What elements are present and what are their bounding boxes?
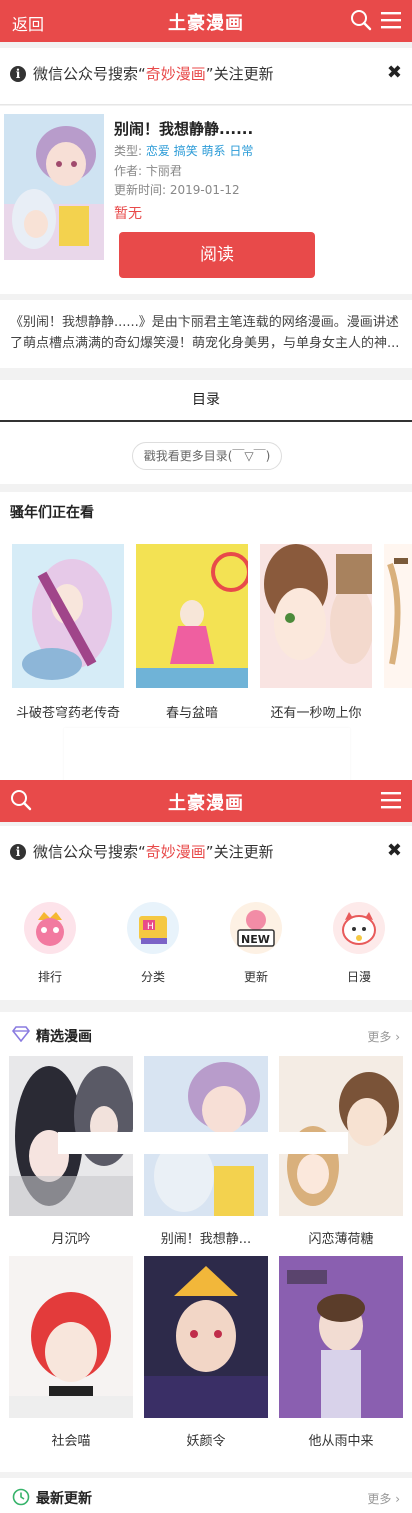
now-watching-title: 骚年们正在看: [10, 505, 94, 521]
category-icon[interactable]: H: [127, 902, 179, 954]
featured-more-link[interactable]: 更多 ›: [367, 1028, 400, 1045]
featured-label-6[interactable]: 他从雨中来: [279, 1430, 403, 1449]
watching-thumb-4[interactable]: [384, 544, 412, 688]
watching-thumb-3[interactable]: [260, 544, 372, 688]
overlay-box: [64, 728, 350, 780]
ranking-icon[interactable]: [24, 902, 76, 954]
comic-updated: 更新时间: 2019-01-12: [114, 181, 240, 198]
svg-text:H: H: [147, 922, 154, 932]
diamond-icon: [11, 1026, 31, 1046]
second-header: 土豪漫画: [0, 780, 412, 822]
featured-label-2[interactable]: 别闹！我想静...: [144, 1228, 268, 1247]
tab-toc[interactable]: 目录: [0, 380, 412, 422]
watching-thumb-2[interactable]: [136, 544, 248, 688]
notice-prefix: 微信公众号搜索“: [33, 843, 146, 861]
comic-description: 《别闹！我想静静......》是由卞丽君主笔连载的网络漫画。漫画讲述了萌点槽点满…: [0, 300, 412, 368]
info-icon: i: [10, 66, 26, 82]
author-label: 作者:: [114, 164, 143, 178]
notice-highlight: 奇妙漫画: [145, 843, 206, 861]
comic-type: 类型: 恋爱 搞笑 萌系 日常: [114, 142, 253, 159]
notice-highlight: 奇妙漫画: [145, 65, 206, 83]
latest-title: 最新更新: [36, 1491, 92, 1507]
comic-title: 别闹！我想静静......: [114, 120, 254, 138]
wechat-notice: i 微信公众号搜索“奇妙漫画”关注更新 ✖: [0, 826, 412, 883]
overlay-strip: [58, 1132, 348, 1154]
comic-detail: 别闹！我想静静...... 类型: 恋爱 搞笑 萌系 日常 作者: 卞丽君 更新…: [0, 106, 412, 294]
comic-tags[interactable]: 恋爱 搞笑 萌系 日常: [146, 144, 253, 158]
featured-label-3[interactable]: 闪恋薄荷糖: [279, 1228, 403, 1247]
notice-suffix: ”关注更新: [205, 65, 274, 83]
watching-label-2[interactable]: 春与盆暗: [136, 702, 248, 721]
updated-date: 2019-01-12: [169, 183, 240, 197]
updated-label: 更新时间:: [114, 183, 167, 197]
now-watching-section: 骚年们正在看 斗破苍穹药老传奇 春与盆暗 还有一秒吻上你: [0, 492, 412, 780]
close-icon[interactable]: ✖: [387, 62, 402, 83]
close-icon[interactable]: ✖: [387, 840, 402, 861]
info-icon: i: [10, 844, 26, 860]
comic-author: 作者: 卞丽君: [114, 162, 182, 179]
description-text: 《别闹！我想静静......》是由卞丽君主笔连载的网络漫画。漫画讲述了萌点槽点满…: [10, 315, 400, 351]
top-header: 返回 土豪漫画: [0, 0, 412, 42]
svg-text:NEW: NEW: [241, 933, 270, 946]
featured-more-label: 更多: [367, 1030, 392, 1044]
featured-thumb-5[interactable]: [144, 1256, 268, 1418]
watching-label-3[interactable]: 还有一秒吻上你: [260, 702, 372, 721]
category-nav: 排行 H 分类 NEW 更新 日漫: [0, 882, 412, 1000]
category-label-ranking[interactable]: 排行: [24, 968, 76, 985]
latest-section: 最新更新 更多 ›: [0, 1478, 412, 1513]
featured-thumb-4[interactable]: [9, 1256, 133, 1418]
clock-icon: [12, 1488, 30, 1510]
menu-icon[interactable]: [380, 9, 404, 33]
site-logo: 土豪漫画: [168, 793, 244, 814]
wechat-notice: i 微信公众号搜索“奇妙漫画”关注更新 ✖: [0, 48, 412, 105]
new-icon[interactable]: NEW: [230, 902, 282, 954]
japan-comic-icon[interactable]: [333, 902, 385, 954]
menu-icon[interactable]: [380, 789, 404, 813]
watching-thumb-1[interactable]: [12, 544, 124, 688]
comic-cover[interactable]: [4, 114, 104, 260]
more-toc-button[interactable]: 戳我看更多目录(￣▽￣): [132, 442, 282, 470]
featured-thumb-6[interactable]: [279, 1256, 403, 1418]
latest-more-link[interactable]: 更多 ›: [367, 1490, 400, 1507]
watching-label-1[interactable]: 斗破苍穹药老传奇: [12, 702, 124, 721]
type-label: 类型:: [114, 144, 143, 158]
category-label-japanese[interactable]: 日漫: [333, 968, 385, 985]
featured-title: 精选漫画: [36, 1029, 92, 1045]
category-label-update[interactable]: 更新: [230, 968, 282, 985]
featured-label-5[interactable]: 妖颜令: [144, 1430, 268, 1449]
notice-suffix: ”关注更新: [205, 843, 274, 861]
read-button[interactable]: 阅读: [119, 232, 315, 278]
featured-section: 精选漫画 更多 › 月沉吟 别闹！我想静... 闪恋薄荷糖 社会喵 妖颜令 他从…: [0, 1012, 412, 1472]
comic-status: 暂无: [114, 206, 142, 222]
category-label-classify[interactable]: 分类: [127, 968, 179, 985]
search-icon[interactable]: [350, 9, 374, 33]
featured-label-1[interactable]: 月沉吟: [9, 1228, 133, 1247]
featured-label-4[interactable]: 社会喵: [9, 1430, 133, 1449]
table-of-contents: 目录 戳我看更多目录(￣▽￣): [0, 380, 412, 484]
author-name: 卞丽君: [145, 164, 182, 178]
latest-more-label: 更多: [367, 1492, 392, 1506]
notice-prefix: 微信公众号搜索“: [33, 65, 146, 83]
